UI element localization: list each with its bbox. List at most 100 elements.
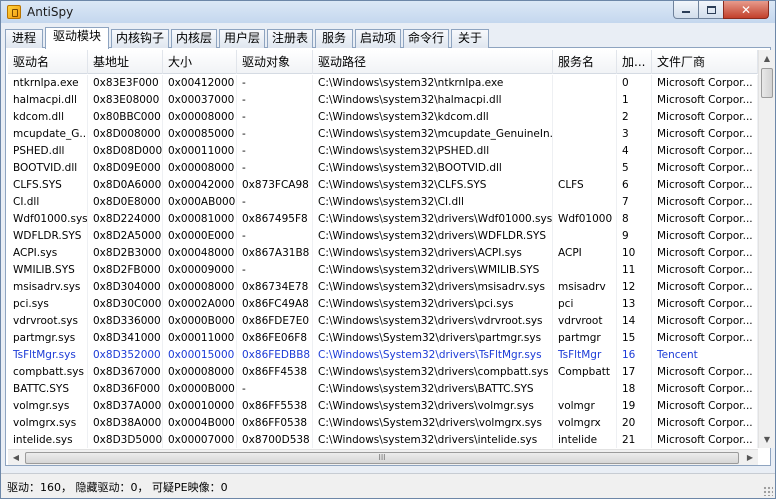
table-row[interactable]: vdrvroot.sys 0x8D336000 0x0000B000 0x86FDE7…	[8, 313, 758, 330]
vertical-scrollbar[interactable]: ▲ ▼	[758, 50, 775, 448]
cell-base-address: 0x8D0A6000	[88, 177, 163, 194]
minimize-button[interactable]	[673, 1, 699, 19]
scroll-down-icon[interactable]: ▼	[759, 431, 775, 448]
cell-driver-name: WMILIB.SYS	[8, 262, 88, 279]
table-row[interactable]: msisadrv.sys 0x8D304000 0x00008000 0x86734E…	[8, 279, 758, 296]
cell-service-name	[553, 92, 617, 109]
scroll-left-icon[interactable]: ◀	[8, 450, 24, 466]
table-row[interactable]: PSHED.dll 0x8D08D000 0x00011000- C:\Windows…	[8, 143, 758, 160]
cell-size: 0x00412000	[163, 75, 237, 92]
cell-driver-object: -	[237, 228, 313, 245]
column-header-path[interactable]: 驱动路径	[313, 50, 553, 74]
cell-driver-object: 0x86FF4538	[237, 364, 313, 381]
tab-startup[interactable]: 启动项	[355, 29, 401, 48]
table-row[interactable]: TsFltMgr.sys 0x8D352000 0x00015000 0x86FEDB…	[8, 347, 758, 364]
cell-vendor: Microsoft Corpor...	[652, 177, 758, 194]
table-row[interactable]: BOOTVID.dll 0x8D09E000 0x00008000- C:\Windo…	[8, 160, 758, 177]
column-header-vendor[interactable]: 文件厂商	[652, 50, 758, 74]
cell-size: 0x0000B000	[163, 381, 237, 398]
cell-service-name	[553, 228, 617, 245]
table-row[interactable]: volmgr.sys 0x8D37A000 0x00010000 0x86FF5538…	[8, 398, 758, 415]
column-header-service[interactable]: 服务名	[553, 50, 617, 74]
cell-driver-path: C:\Windows\system32\CI.dll	[313, 194, 553, 211]
table-row[interactable]: Wdf01000.sys 0x8D224000 0x00081000 0x867495…	[8, 211, 758, 228]
cell-size: 0x0004B000	[163, 415, 237, 432]
vertical-scroll-thumb[interactable]	[761, 68, 773, 98]
cell-driver-name: mcupdate_G...	[8, 126, 88, 143]
title-bar[interactable]: AntiSpy ✕	[1, 1, 775, 23]
cell-load-order: 4	[617, 143, 652, 160]
cell-base-address: 0x8D2A5000	[88, 228, 163, 245]
cell-vendor: Microsoft Corpor...	[652, 126, 758, 143]
cell-vendor: Microsoft Corpor...	[652, 194, 758, 211]
cell-vendor: Microsoft Corpor...	[652, 432, 758, 448]
cell-size: 0x00011000	[163, 143, 237, 160]
resize-grip-icon[interactable]	[763, 486, 773, 496]
table-row[interactable]: halmacpi.dll 0x83E08000 0x00037000- C:\Wind…	[8, 92, 758, 109]
cell-driver-path: C:\Windows\system32\drivers\WDFLDR.SYS	[313, 228, 553, 245]
cell-vendor: Microsoft Corpor...	[652, 262, 758, 279]
cell-driver-path: C:\Windows\system32\drivers\volmgr.sys	[313, 398, 553, 415]
maximize-button[interactable]	[698, 1, 724, 19]
table-row[interactable]: ntkrnlpa.exe 0x83E3F000 0x00412000- C:\Wind…	[8, 75, 758, 92]
cell-driver-object: 0x86FF0538	[237, 415, 313, 432]
cell-base-address: 0x8D08D000	[88, 143, 163, 160]
cell-driver-object: 0x867A31B8	[237, 245, 313, 262]
horizontal-scrollbar[interactable]: ◀ III ▶	[8, 449, 758, 465]
column-header-load-order[interactable]: 加...	[617, 50, 652, 74]
cell-size: 0x00007000	[163, 432, 237, 448]
cell-driver-path: C:\Windows\system32\PSHED.dll	[313, 143, 553, 160]
cell-load-order: 3	[617, 126, 652, 143]
cell-load-order: 0	[617, 75, 652, 92]
table-row[interactable]: CI.dll 0x8D0E8000 0x000AB000- C:\Windows\sy…	[8, 194, 758, 211]
cell-service-name	[553, 262, 617, 279]
column-header-base[interactable]: 基地址	[88, 50, 163, 74]
table-row[interactable]: WMILIB.SYS 0x8D2FB000 0x00009000- C:\Window…	[8, 262, 758, 279]
tab-kernel-hooks[interactable]: 内核钩子	[111, 29, 169, 48]
tab-registry[interactable]: 注册表	[267, 29, 313, 48]
column-header-size[interactable]: 大小	[163, 50, 237, 74]
cell-base-address: 0x8D367000	[88, 364, 163, 381]
cell-service-name: ACPI	[553, 245, 617, 262]
tab-about[interactable]: 关于	[451, 29, 489, 48]
tab-kernel-layer[interactable]: 内核层	[171, 29, 217, 48]
tab-command-line[interactable]: 命令行	[403, 29, 449, 48]
scroll-right-icon[interactable]: ▶	[742, 450, 758, 466]
table-row[interactable]: pci.sys 0x8D30C000 0x0002A000 0x86FC49A8 C:\…	[8, 296, 758, 313]
cell-driver-name: PSHED.dll	[8, 143, 88, 160]
table-row[interactable]: volmgrx.sys 0x8D38A000 0x0004B000 0x86FF053…	[8, 415, 758, 432]
cell-driver-path: C:\Windows\system32\drivers\vdrvroot.sys	[313, 313, 553, 330]
table-row[interactable]: BATTC.SYS 0x8D36F000 0x0000B000- C:\Windows…	[8, 381, 758, 398]
cell-driver-path: C:\Windows\system32\drivers\compbatt.sys	[313, 364, 553, 381]
driver-table[interactable]: 驱动名 基地址 大小 驱动对象 驱动路径 服务名 加... 文件厂商 ntkrn…	[8, 50, 758, 448]
cell-vendor: Microsoft Corpor...	[652, 211, 758, 228]
cell-load-order: 15	[617, 330, 652, 347]
cell-base-address: 0x83E08000	[88, 92, 163, 109]
table-row[interactable]: partmgr.sys 0x8D341000 0x00011000 0x86FE06F…	[8, 330, 758, 347]
table-row[interactable]: mcupdate_G... 0x8D008000 0x00085000- C:\Win…	[8, 126, 758, 143]
table-row[interactable]: ACPI.sys 0x8D2B3000 0x00048000 0x867A31B8 C:…	[8, 245, 758, 262]
tab-user-layer[interactable]: 用户层	[219, 29, 265, 48]
cell-driver-object: 0x8700D538	[237, 432, 313, 448]
tab-process[interactable]: 进程	[5, 29, 43, 48]
cell-base-address: 0x8D36F000	[88, 381, 163, 398]
tab-driver-modules[interactable]: 驱动模块	[45, 27, 109, 49]
cell-vendor: Microsoft Corpor...	[652, 92, 758, 109]
cell-driver-object: -	[237, 126, 313, 143]
column-header-name[interactable]: 驱动名	[8, 50, 88, 74]
tab-services[interactable]: 服务	[315, 29, 353, 48]
cell-driver-object: -	[237, 75, 313, 92]
horizontal-scroll-thumb[interactable]: III	[25, 452, 739, 464]
column-header-object[interactable]: 驱动对象	[237, 50, 313, 74]
cell-vendor: Microsoft Corpor...	[652, 109, 758, 126]
scroll-up-icon[interactable]: ▲	[759, 50, 775, 67]
cell-vendor: Microsoft Corpor...	[652, 296, 758, 313]
table-header: 驱动名 基地址 大小 驱动对象 驱动路径 服务名 加... 文件厂商	[8, 50, 758, 74]
close-button[interactable]: ✕	[723, 1, 769, 19]
cell-driver-name: msisadrv.sys	[8, 279, 88, 296]
table-row[interactable]: compbatt.sys 0x8D367000 0x00008000 0x86FF45…	[8, 364, 758, 381]
table-row[interactable]: intelide.sys 0x8D3D5000 0x00007000 0x8700D5…	[8, 432, 758, 448]
table-row[interactable]: CLFS.SYS 0x8D0A6000 0x00042000 0x873FCA98 C:…	[8, 177, 758, 194]
table-row[interactable]: WDFLDR.SYS 0x8D2A5000 0x0000E000- C:\Window…	[8, 228, 758, 245]
table-row[interactable]: kdcom.dll 0x80BBC000 0x00008000- C:\Windows…	[8, 109, 758, 126]
